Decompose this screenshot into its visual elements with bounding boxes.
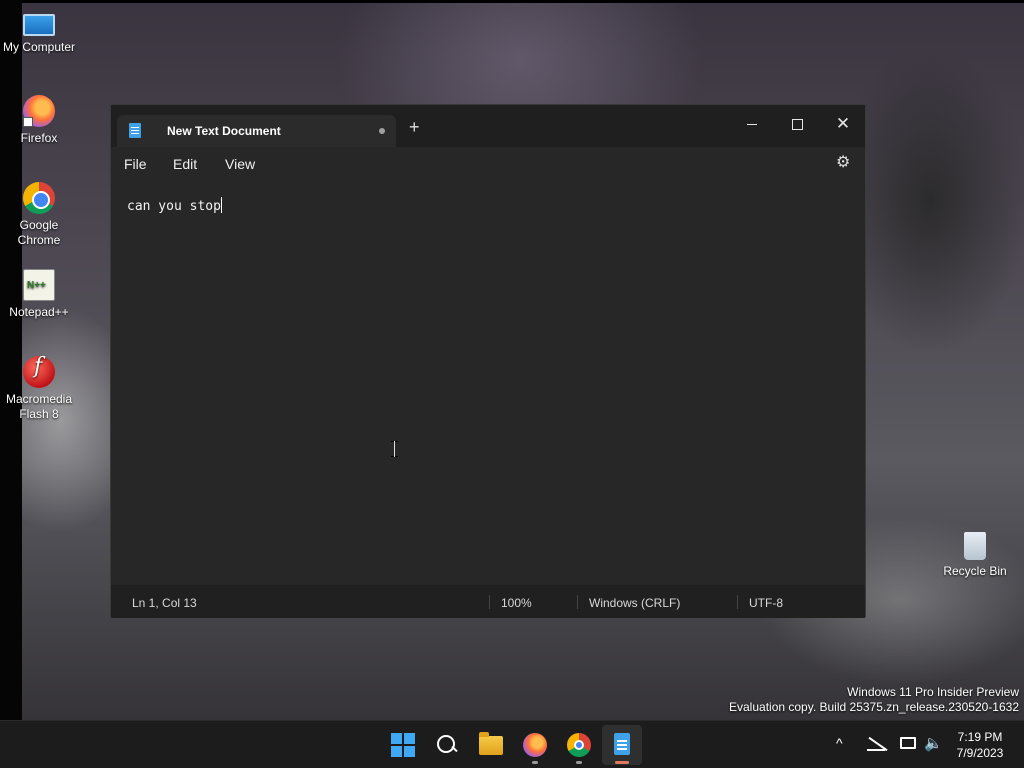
screen-top-edge — [0, 0, 1024, 3]
close-button[interactable]: ✕ — [823, 111, 863, 137]
firefox-icon — [23, 95, 55, 127]
taskbar-chrome-icon[interactable] — [567, 733, 591, 757]
status-bar: Ln 1, Col 13 100% Windows (CRLF) UTF-8 — [111, 585, 865, 618]
maximize-button[interactable] — [777, 111, 817, 137]
desktop-icon-google-chrome[interactable]: Google Chrome — [1, 182, 77, 248]
desktop-icon-macromedia-flash[interactable]: Macromedia Flash 8 — [1, 356, 77, 422]
encoding: UTF-8 — [749, 596, 783, 610]
start-button-windows-icon[interactable] — [391, 733, 415, 757]
cursor-position: Ln 1, Col 13 — [132, 596, 197, 610]
taskbar-firefox-icon[interactable] — [523, 733, 547, 757]
document-tab[interactable]: New Text Document — [117, 115, 396, 147]
notepad-window: New Text Document + ✕ File Edit View ⚙ c… — [110, 104, 866, 618]
shortcut-arrow-icon — [23, 117, 33, 127]
menu-view[interactable]: View — [225, 156, 255, 172]
desktop-icon-label: Firefox — [20, 131, 58, 145]
status-divider — [737, 595, 738, 609]
notepad-plus-plus-icon — [23, 269, 55, 301]
flash-icon — [23, 356, 55, 388]
editor-text-line: can you stop — [127, 197, 222, 214]
search-icon[interactable] — [435, 733, 459, 757]
desktop-icon-label: Recycle Bin — [943, 564, 1007, 578]
desktop-icon-label: My Computer — [2, 40, 76, 54]
settings-gear-icon[interactable]: ⚙ — [836, 155, 852, 171]
watermark-build: Evaluation copy. Build 25375.zn_release.… — [729, 700, 1019, 714]
taskbar-notepad-button[interactable] — [602, 725, 642, 765]
unsaved-indicator-icon[interactable] — [379, 128, 385, 134]
notepad-icon — [129, 123, 141, 138]
network-disconnected-icon[interactable] — [867, 737, 885, 751]
file-explorer-icon[interactable] — [479, 732, 503, 755]
desktop-icon-label: Notepad++ — [9, 305, 69, 319]
chrome-icon — [23, 182, 55, 214]
new-tab-button[interactable]: + — [409, 118, 420, 136]
watermark-edition: Windows 11 Pro Insider Preview — [847, 685, 1019, 699]
taskbar-notepad-icon — [614, 733, 630, 755]
monitor-icon — [23, 14, 55, 36]
volume-icon[interactable]: 🔈 — [924, 734, 943, 768]
taskbar: ^ 🔈 7:19 PM 7/9/2023 — [0, 720, 1024, 768]
zoom-level: 100% — [501, 596, 532, 610]
display-icon[interactable] — [900, 737, 916, 749]
tab-title: New Text Document — [167, 124, 281, 138]
running-indicator — [532, 761, 538, 764]
menu-bar: File Edit View ⚙ — [111, 147, 865, 181]
recycle-bin-icon — [964, 532, 986, 560]
text-editor-area[interactable]: can you stop — [111, 181, 865, 585]
desktop-icon-notepad-plus-plus[interactable]: Notepad++ — [1, 269, 77, 320]
desktop-icon-label: Google Chrome — [17, 218, 61, 247]
text-caret — [220, 197, 222, 213]
system-clock[interactable]: 7:19 PM 7/9/2023 — [950, 729, 1010, 761]
editor-content: can you stop — [127, 199, 221, 214]
active-indicator — [615, 761, 629, 764]
status-divider — [577, 595, 578, 609]
line-ending: Windows (CRLF) — [589, 596, 681, 610]
ibeam-cursor-icon — [391, 441, 400, 457]
minimize-button[interactable] — [733, 111, 773, 137]
desktop-icon-firefox[interactable]: Firefox — [1, 95, 77, 146]
desktop-icon-my-computer[interactable]: My Computer — [1, 8, 77, 55]
desktop-icon-label: Macromedia Flash 8 — [5, 392, 73, 421]
status-divider — [489, 595, 490, 609]
clock-date: 7/9/2023 — [956, 746, 1004, 760]
clock-time: 7:19 PM — [957, 730, 1003, 744]
menu-edit[interactable]: Edit — [173, 156, 197, 172]
title-bar[interactable]: New Text Document + ✕ — [111, 105, 865, 147]
menu-file[interactable]: File — [124, 156, 147, 172]
desktop-icon-recycle-bin[interactable]: Recycle Bin — [937, 530, 1013, 579]
windows-watermark: Windows 11 Pro Insider Preview Evaluatio… — [729, 685, 1019, 715]
running-indicator — [576, 761, 582, 764]
show-hidden-icons-chevron-icon[interactable]: ^ — [836, 735, 843, 768]
